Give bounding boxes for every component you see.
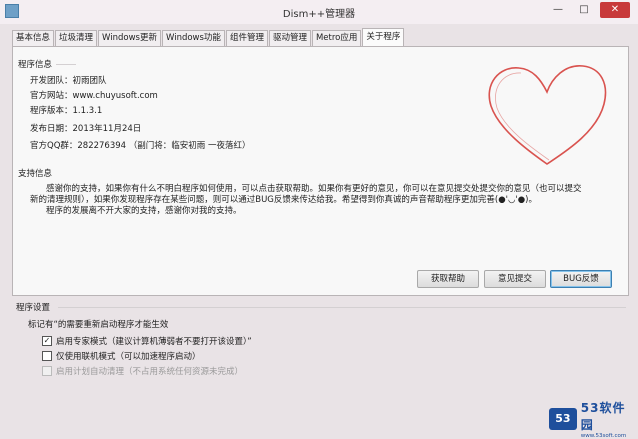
divider	[56, 64, 76, 65]
tab-strip: 基本信息 垃圾清理 Windows更新 Windows功能 组件管理 驱动管理 …	[12, 28, 405, 46]
support-line: 新的清理规则），如果你发现程序存在某些问题，则可以通过BUG反馈来传达给我。希望…	[30, 195, 537, 205]
divider	[58, 307, 626, 308]
info-value: 初雨团队	[72, 76, 107, 86]
expert-mode-option[interactable]: ✓ 启用专家模式（建议计算机薄弱者不要打开该设置）”	[42, 335, 252, 347]
tab-basic-info[interactable]: 基本信息	[12, 30, 55, 46]
watermark-url: www.53soft.com	[580, 433, 627, 439]
close-button[interactable]: ✕	[600, 2, 630, 18]
info-row-website: 官方网站：www.chuyusoft.com	[30, 89, 158, 101]
online-mode-option[interactable]: 仅使用联机模式（可以加速程序启动）	[42, 350, 201, 362]
tab-windows-update[interactable]: Windows更新	[98, 30, 161, 46]
tab-drivers[interactable]: 驱动管理	[268, 30, 311, 46]
online-mode-label: 仅使用联机模式（可以加速程序启动）	[56, 352, 201, 362]
tab-windows-features[interactable]: Windows功能	[161, 30, 225, 46]
info-row-qq-group: 官方QQ群：282276394 （副门将：临安初雨 一夜落红）	[30, 139, 250, 151]
tab-junk-cleanup[interactable]: 垃圾清理	[55, 30, 98, 46]
auto-cleanup-checkbox	[42, 366, 52, 376]
restart-hint: 标记有“的需要重新启动程序才能生效	[28, 320, 169, 330]
support-line: 程序的发展离不开大家的支持，感谢你对我的支持。	[46, 206, 242, 216]
get-help-button[interactable]: 获取帮助	[417, 270, 479, 288]
program-settings-title: 程序设置	[16, 303, 51, 313]
heart-icon	[488, 65, 607, 165]
info-label: 官方网站：	[30, 91, 73, 101]
info-value: 2013年11月24日	[72, 124, 142, 134]
dism-manager-window: Dism++管理器 — □ ✕ 基本信息 垃圾清理 Windows更新 Wind…	[0, 0, 638, 439]
info-label: 程序版本：	[30, 106, 73, 116]
submit-feedback-button[interactable]: 意见提交	[484, 270, 546, 288]
auto-cleanup-label: 启用计划自动清理（不占用系统任何资源未完成）	[56, 367, 244, 377]
auto-cleanup-option: 启用计划自动清理（不占用系统任何资源未完成）	[42, 365, 243, 377]
tab-metro-apps[interactable]: Metro应用	[311, 30, 362, 46]
tab-components[interactable]: 组件管理	[225, 30, 268, 46]
watermark-logo: 53	[549, 408, 577, 430]
info-value: 1.1.3.1	[72, 106, 103, 116]
maximize-button[interactable]: □	[572, 2, 596, 18]
minimize-button[interactable]: —	[546, 2, 570, 18]
title-bar[interactable]: Dism++管理器 — □ ✕	[0, 0, 638, 24]
tab-about[interactable]: 关于程序	[362, 28, 405, 46]
support-info-title: 支持信息	[18, 169, 53, 179]
support-text: 感谢你的支持，如果你有什么不明白程序如何使用，可以点击获取帮助。如果你有更好的意…	[30, 184, 610, 217]
online-mode-checkbox[interactable]	[42, 351, 52, 361]
website-link[interactable]: www.chuyusoft.com	[73, 91, 158, 101]
window-title: Dism++管理器	[282, 9, 356, 20]
info-label: 开发团队：	[30, 76, 73, 86]
program-info-title: 程序信息	[18, 60, 53, 70]
watermark-name: 53软件园	[580, 401, 626, 432]
expert-mode-checkbox[interactable]: ✓	[42, 336, 52, 346]
support-line: 感谢你的支持，如果你有什么不明白程序如何使用，可以点击获取帮助。如果你有更好的意…	[46, 184, 582, 194]
info-row-version: 程序版本：1.1.3.1	[30, 104, 102, 116]
info-row-team: 开发团队：初雨团队	[30, 74, 107, 86]
watermark: 53 53软件园 www.53soft.com	[549, 399, 638, 439]
info-label: 官方QQ群：	[30, 141, 78, 151]
info-value: 282276394 （副门将：临安初雨 一夜落红）	[77, 141, 251, 151]
info-label: 发布日期：	[30, 124, 73, 134]
bug-report-button[interactable]: BUG反馈	[550, 270, 612, 288]
expert-mode-label: 启用专家模式（建议计算机薄弱者不要打开该设置）”	[56, 337, 252, 347]
info-row-release-date: 发布日期：2013年11月24日	[30, 122, 141, 134]
